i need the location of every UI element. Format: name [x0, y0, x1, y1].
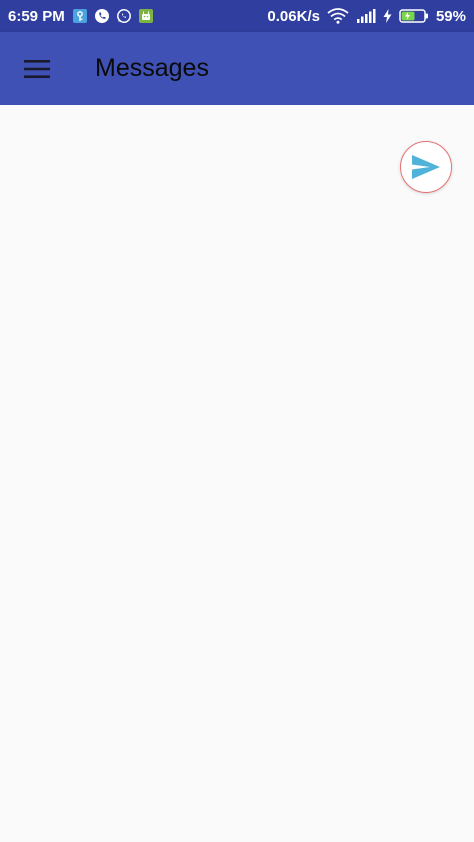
wifi-icon [327, 8, 349, 24]
android-icon [138, 9, 153, 23]
send-message-button[interactable] [400, 141, 452, 193]
status-left: 6:59 PM [8, 8, 153, 25]
status-bar: 6:59 PM 0.06K/s 59% [0, 0, 474, 32]
app-bar: Messages [0, 32, 474, 105]
battery-percent: 59% [435, 7, 466, 25]
charging-bolt-icon [383, 9, 392, 23]
hamburger-menu-icon [24, 59, 50, 79]
cell-signal-icon [356, 9, 376, 23]
menu-button[interactable] [22, 54, 52, 84]
network-speed: 0.06K/s [267, 7, 320, 25]
battery-icon [399, 9, 429, 23]
send-icon [411, 154, 441, 180]
phone-call-icon [94, 9, 109, 23]
page-title: Messages [95, 54, 209, 82]
status-time: 6:59 PM [8, 7, 65, 25]
messages-list-area [0, 105, 474, 842]
vpn-key-icon [72, 9, 87, 23]
whatsapp-icon [116, 9, 131, 23]
status-right: 0.06K/s 59% [267, 8, 466, 25]
